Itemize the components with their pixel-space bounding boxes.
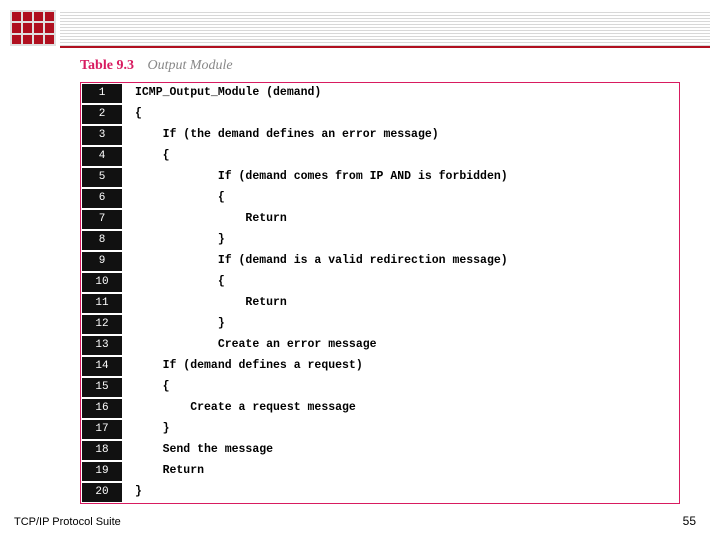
footer-title: TCP/IP Protocol Suite (14, 516, 121, 528)
code-line: { (135, 104, 679, 125)
code-line: If (the demand defines an error message) (135, 125, 679, 146)
caption-title: Output Module (147, 58, 232, 73)
code-line: } (135, 314, 679, 335)
code-line: Create an error message (135, 335, 679, 356)
line-number: 16 (81, 398, 123, 419)
line-number: 11 (81, 293, 123, 314)
code-line: { (135, 377, 679, 398)
code-line: Return (135, 293, 679, 314)
line-number: 2 (81, 104, 123, 125)
code-line: { (135, 188, 679, 209)
code-line: Create a request message (135, 398, 679, 419)
grid-logo-icon (10, 10, 56, 46)
line-number: 12 (81, 314, 123, 335)
line-number: 17 (81, 419, 123, 440)
code-line: Return (135, 461, 679, 482)
code-line: Send the message (135, 440, 679, 461)
code-line: } (135, 482, 679, 503)
code-column: ICMP_Output_Module (demand){ If (the dem… (123, 83, 679, 503)
line-number: 7 (81, 209, 123, 230)
code-line: } (135, 230, 679, 251)
code-line: Return (135, 209, 679, 230)
code-line: If (demand comes from IP AND is forbidde… (135, 167, 679, 188)
line-number: 3 (81, 125, 123, 146)
page-number: 55 (683, 514, 696, 528)
code-line: If (demand defines a request) (135, 356, 679, 377)
code-line: } (135, 419, 679, 440)
line-number: 6 (81, 188, 123, 209)
code-line: ICMP_Output_Module (demand) (135, 83, 679, 104)
code-line: { (135, 272, 679, 293)
line-number: 5 (81, 167, 123, 188)
header-hatch-decoration (60, 10, 710, 48)
content-area: Table 9.3 Output Module 1234567891011121… (80, 58, 680, 504)
code-line: If (demand is a valid redirection messag… (135, 251, 679, 272)
code-line: { (135, 146, 679, 167)
line-number: 4 (81, 146, 123, 167)
line-number-column: 1234567891011121314151617181920 (81, 83, 123, 503)
code-listing: 1234567891011121314151617181920 ICMP_Out… (80, 82, 680, 504)
line-number: 18 (81, 440, 123, 461)
line-number: 10 (81, 272, 123, 293)
table-caption: Table 9.3 Output Module (80, 58, 680, 74)
line-number: 15 (81, 377, 123, 398)
line-number: 20 (81, 482, 123, 503)
line-number: 9 (81, 251, 123, 272)
line-number: 13 (81, 335, 123, 356)
line-number: 8 (81, 230, 123, 251)
line-number: 19 (81, 461, 123, 482)
line-number: 14 (81, 356, 123, 377)
line-number: 1 (81, 83, 123, 104)
caption-number: Table 9.3 (80, 58, 134, 73)
